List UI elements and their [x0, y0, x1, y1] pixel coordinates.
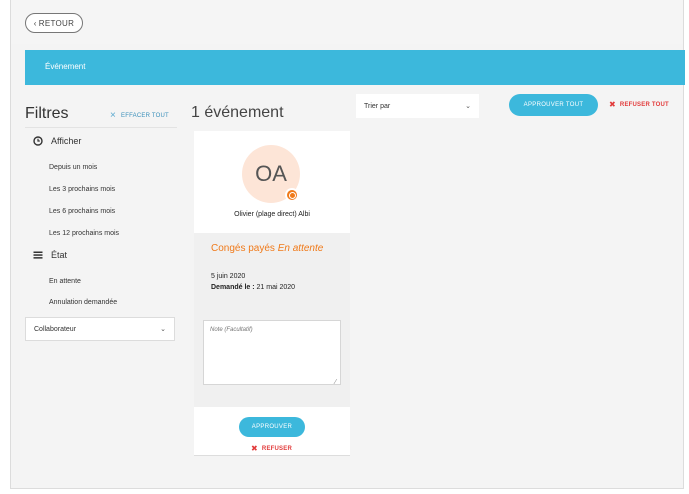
filter-group-state[interactable]: État — [33, 250, 67, 260]
close-icon: ✖ — [609, 100, 616, 109]
filter-item-next-3-months[interactable]: Les 3 prochains mois — [49, 186, 115, 193]
avatar-initials: OA — [255, 161, 287, 186]
sort-select[interactable]: Trier par ⌄ — [356, 94, 479, 118]
clear-all-button[interactable]: × EFFACER TOUT — [110, 110, 169, 121]
note-field[interactable] — [203, 320, 341, 385]
results-count: 1 événement — [191, 104, 284, 121]
resize-handle-icon[interactable]: ⁄ — [335, 379, 336, 386]
back-button[interactable]: ‹ RETOUR — [25, 13, 83, 33]
event-card: OA Olivier (plage direct) Albi Congés pa… — [194, 131, 350, 456]
filter-group-show-label: Afficher — [51, 136, 82, 146]
requested-date: 21 mai 2020 — [256, 284, 296, 291]
back-button-label: RETOUR — [38, 18, 75, 28]
filter-item-pending[interactable]: En attente — [49, 278, 81, 285]
list-icon — [33, 251, 43, 259]
leave-requested: Demandé le : 21 mai 2020 — [211, 284, 295, 291]
leave-type: Congés payés En attente — [211, 241, 341, 256]
clock-icon — [33, 136, 43, 146]
refuse-button[interactable]: ✖ REFUSER — [251, 445, 292, 453]
tab-bar: Événement — [25, 50, 685, 85]
filter-item-next-12-months[interactable]: Les 12 prochains mois — [49, 230, 119, 237]
filter-group-show[interactable]: Afficher — [33, 136, 81, 146]
status-badge-icon — [285, 188, 299, 202]
card-header: OA Olivier (plage direct) Albi — [194, 131, 350, 233]
clear-all-label: EFFACER TOUT — [121, 113, 169, 119]
filter-item-next-6-months[interactable]: Les 6 prochains mois — [49, 208, 115, 215]
filter-item-last-month[interactable]: Depuis un mois — [49, 164, 97, 171]
requested-label: Demandé le : — [211, 284, 255, 291]
chevron-left-icon: ‹ — [33, 18, 37, 28]
chevron-down-icon: ⌄ — [160, 326, 166, 333]
sort-select-value: Trier par — [364, 102, 391, 110]
approve-all-button[interactable]: APPROUVER TOUT — [509, 94, 598, 116]
filters-title: Filtres — [25, 105, 69, 122]
filter-item-cancellation-requested[interactable]: Annulation demandée — [49, 299, 117, 306]
top-bar: ‹ RETOUR — [11, 0, 683, 44]
close-icon: ✖ — [251, 444, 258, 453]
close-icon: × — [110, 110, 117, 121]
tab-event[interactable]: Événement — [45, 62, 85, 71]
employee-name: Olivier (plage direct) Albi — [234, 211, 310, 218]
app-frame: ‹ RETOUR Événement Filtres × EFFACER TOU… — [10, 0, 685, 489]
collaborator-select[interactable]: Collaborateur ⌄ — [25, 317, 175, 341]
card-footer: APPROUVER ✖ REFUSER — [194, 407, 350, 456]
divider — [25, 127, 177, 128]
chevron-down-icon: ⌄ — [465, 103, 471, 110]
collaborator-select-value: Collaborateur — [34, 325, 77, 333]
filter-group-state-label: État — [51, 250, 68, 260]
card-body: Congés payés En attente 5 juin 2020 Dema… — [194, 233, 350, 407]
leave-type-label: Congés payés — [211, 243, 275, 254]
approve-button[interactable]: APPROUVER — [239, 417, 305, 437]
leave-status: En attente — [277, 243, 324, 254]
refuse-all-label: REFUSER TOUT — [619, 102, 669, 108]
leave-date: 5 juin 2020 — [211, 273, 246, 280]
refuse-all-button[interactable]: ✖ REFUSER TOUT — [609, 101, 669, 109]
refuse-label: REFUSER — [261, 446, 292, 452]
